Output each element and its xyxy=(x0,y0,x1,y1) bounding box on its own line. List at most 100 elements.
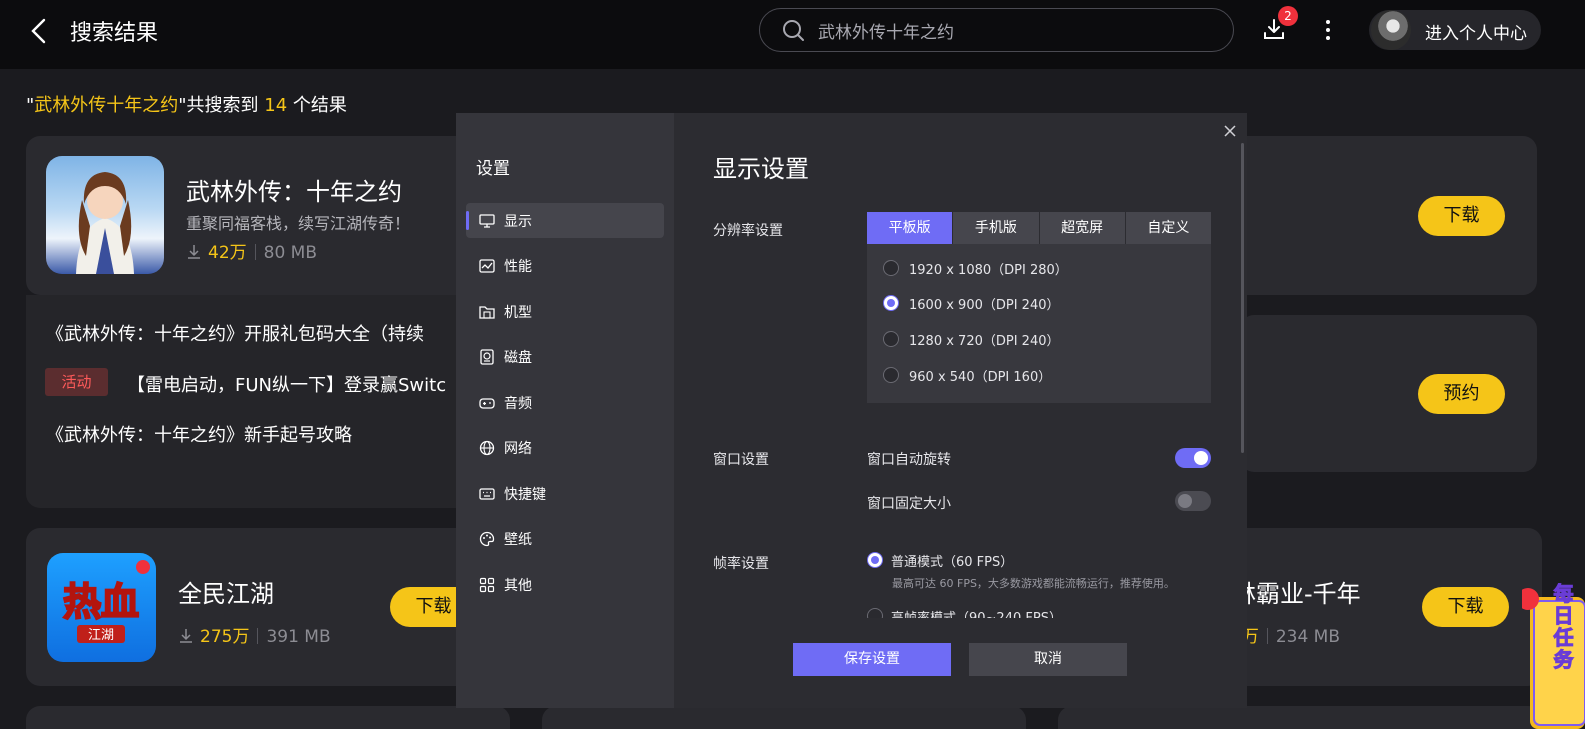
auto-rotate-label: 窗口自动旋转 xyxy=(867,452,951,468)
reserve-button[interactable]: 预约 xyxy=(1418,374,1505,414)
grid-icon xyxy=(479,577,495,593)
resolution-label: 分辨率设置 xyxy=(713,223,783,239)
page-title: 搜索结果 xyxy=(70,21,159,46)
auto-rotate-toggle[interactable] xyxy=(1175,448,1211,468)
radio-button[interactable] xyxy=(883,260,899,276)
radio-button-selected[interactable] xyxy=(883,295,899,311)
search-icon xyxy=(783,20,804,41)
more-menu-icon[interactable] xyxy=(1318,16,1338,44)
tab-custom[interactable]: 自定义 xyxy=(1125,212,1211,244)
result-count: 14 xyxy=(264,95,288,116)
keyboard-icon xyxy=(479,488,495,500)
download-count-icon xyxy=(180,629,192,643)
disk-icon xyxy=(480,349,494,365)
download-count-icon xyxy=(188,245,200,259)
section-heading: 显示设置 xyxy=(713,155,809,183)
news-item[interactable]: 【雷电启动，FUN纵一下】登录赢Switc xyxy=(127,371,457,397)
app-meta: 42万 80 MB xyxy=(186,238,317,263)
resolution-tabs: 平板版 手机版 超宽屏 自定义 xyxy=(867,212,1211,244)
app-meta: 3万234 MB xyxy=(1231,622,1340,647)
menu-item-label: 音频 xyxy=(504,396,532,412)
activity-tag: 活动 xyxy=(45,368,108,396)
globe-icon xyxy=(479,440,495,456)
settings-scrollbar[interactable] xyxy=(1241,143,1244,453)
partial-card xyxy=(1058,706,1542,729)
menu-item-performance[interactable]: 性能 xyxy=(466,248,664,283)
radio-button[interactable] xyxy=(883,331,899,347)
wulin-game-icon[interactable] xyxy=(46,156,164,274)
tab-phone[interactable]: 手机版 xyxy=(953,212,1040,244)
menu-item-display[interactable]: 显示 xyxy=(466,203,664,238)
user-center-label: 进入个人中心 xyxy=(1425,24,1527,44)
quanmin-game-icon[interactable]: 热血 江湖 xyxy=(47,553,156,662)
menu-item-other[interactable]: 其他 xyxy=(466,567,664,602)
monitor-icon xyxy=(479,214,495,228)
menu-item-network[interactable]: 网络 xyxy=(466,430,664,465)
resolution-options: 1920 x 1080（DPI 280） 1600 x 900（DPI 240）… xyxy=(867,244,1211,403)
quanmin-icon-subtitle: 江湖 xyxy=(88,628,114,643)
menu-item-label: 壁纸 xyxy=(504,532,532,548)
download-button[interactable]: 下载 xyxy=(1418,196,1505,236)
quanmin-icon-title: 热血 xyxy=(63,580,139,624)
menu-item-audio[interactable]: 音频 xyxy=(466,385,664,420)
folder-icon xyxy=(479,306,495,319)
top-bar: 搜索结果 2 进入个人中心 xyxy=(0,0,1585,69)
fixed-size-label: 窗口固定大小 xyxy=(867,496,951,512)
fps-option-high-clipped: 高帧率模式（90~240 FPS） xyxy=(867,606,1211,618)
app-name[interactable]: 林霸业-千年 xyxy=(1232,574,1377,609)
fps-note: 最高可达 60 FPS，大多数游戏都能流畅运行，推荐使用。 xyxy=(892,577,1175,590)
settings-dialog: 设置 显示 性能 机型 磁盘 音频 网络 快捷键 壁纸 其他 显示设置 分辨率设… xyxy=(456,113,1247,708)
settings-sidebar: 设置 显示 性能 机型 磁盘 音频 网络 快捷键 壁纸 其他 xyxy=(456,113,674,708)
daily-task-label: 每日任务 xyxy=(1550,583,1574,671)
news-item[interactable]: 《武林外传：十年之约》开服礼包码大全（持续 xyxy=(46,320,424,346)
menu-item-label: 磁盘 xyxy=(504,350,532,366)
download-count: 42万 xyxy=(208,243,247,263)
menu-item-label: 网络 xyxy=(504,441,532,457)
menu-item-label: 性能 xyxy=(504,259,532,275)
settings-title: 设置 xyxy=(476,159,510,179)
search-keyword: 武林外传十年之约 xyxy=(34,95,179,116)
partial-card xyxy=(542,706,1026,729)
news-item[interactable]: 《武林外传：十年之约》新手起号攻略 xyxy=(46,421,352,447)
window-label: 窗口设置 xyxy=(713,452,769,468)
menu-item-label: 快捷键 xyxy=(504,487,546,503)
download-count: 275万 xyxy=(200,627,250,647)
back-arrow-icon[interactable] xyxy=(28,16,50,46)
menu-item-model[interactable]: 机型 xyxy=(466,294,664,329)
menu-item-disk[interactable]: 磁盘 xyxy=(466,339,664,374)
radio-button[interactable] xyxy=(883,367,899,383)
avatar xyxy=(1371,10,1411,50)
cancel-button[interactable]: 取消 xyxy=(969,643,1127,676)
save-settings-button[interactable]: 保存设置 xyxy=(793,643,951,676)
app-meta: 275万 391 MB xyxy=(178,622,331,647)
performance-icon xyxy=(479,259,495,273)
close-icon[interactable] xyxy=(1222,123,1238,139)
palette-icon xyxy=(479,531,495,547)
result-summary: "武林外传十年之约"共搜索到 14 个结果 xyxy=(26,95,347,116)
search-input[interactable] xyxy=(818,15,1218,45)
file-size: 391 MB xyxy=(266,627,331,647)
character-portrait-icon xyxy=(76,172,134,274)
download-button[interactable]: 下载 xyxy=(1422,587,1509,627)
tab-ultrawide[interactable]: 超宽屏 xyxy=(1039,212,1126,244)
daily-task-widget[interactable]: 每日任务 xyxy=(1517,581,1585,729)
search-box[interactable] xyxy=(759,8,1234,52)
file-size: 234 MB xyxy=(1275,627,1341,647)
app-name[interactable]: 武林外传：十年之约 xyxy=(186,172,402,207)
app-name[interactable]: 全民江湖 xyxy=(178,574,274,609)
menu-item-wallpaper[interactable]: 壁纸 xyxy=(466,521,664,556)
fixed-size-toggle[interactable] xyxy=(1175,491,1211,511)
partial-card xyxy=(26,706,510,729)
fps-label: 帧率设置 xyxy=(713,556,769,572)
gamepad-icon xyxy=(479,398,495,409)
menu-item-label: 显示 xyxy=(504,214,532,230)
download-count-badge: 2 xyxy=(1278,6,1298,26)
app-description: 重聚同福客栈，续写江湖传奇！ xyxy=(186,214,411,233)
tab-tablet[interactable]: 平板版 xyxy=(867,212,954,244)
menu-item-shortcuts[interactable]: 快捷键 xyxy=(466,476,664,511)
radio-button[interactable] xyxy=(867,608,883,618)
radio-button-selected[interactable] xyxy=(867,552,883,568)
user-center-button[interactable]: 进入个人中心 xyxy=(1369,10,1541,50)
file-size: 80 MB xyxy=(263,243,318,263)
menu-item-label: 其他 xyxy=(504,578,532,594)
